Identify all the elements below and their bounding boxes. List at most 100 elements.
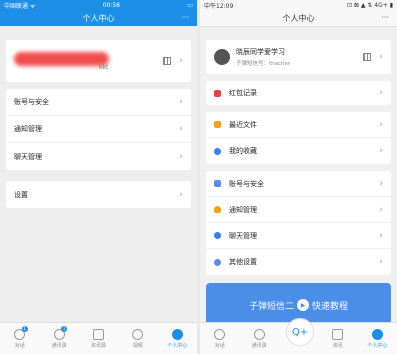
redacted-mark xyxy=(14,52,109,66)
chevron-right-icon: › xyxy=(179,124,183,134)
header: 中国联通 ᯤ 00:58 ▭ 个人中心 ··· xyxy=(0,0,197,26)
news-icon xyxy=(332,328,344,340)
tab-chat[interactable]: 对话 xyxy=(200,323,239,354)
qr-code-icon[interactable] xyxy=(363,53,372,61)
profile-icon xyxy=(371,328,383,340)
menu-item-label: 账号与安全 xyxy=(14,98,49,106)
nav-bar: 个人中心 ··· xyxy=(200,10,397,27)
tab-label: 通讯录 xyxy=(251,342,267,349)
bell-icon xyxy=(214,206,221,213)
menu-item-other-settings[interactable]: 其他设置 › xyxy=(206,249,391,275)
gear-icon xyxy=(214,258,221,266)
tab-profile[interactable]: 个人中心 xyxy=(358,323,397,354)
menu-item-label: 红包记录 xyxy=(229,89,257,97)
menu-item-settings[interactable]: 设置 › xyxy=(6,181,191,208)
settings-group-2: 设置 › xyxy=(6,181,191,208)
chevron-right-icon: › xyxy=(379,257,383,267)
favorites-icon xyxy=(214,147,221,155)
tab-label: 个人中心 xyxy=(167,342,188,349)
tab-news[interactable]: 资讯源 xyxy=(79,323,118,354)
chevron-right-icon: › xyxy=(179,97,183,107)
profile-icon xyxy=(171,328,183,340)
carrier-text: 中国联通 ᯤ xyxy=(4,2,36,10)
menu-item-label: 通知管理 xyxy=(229,205,257,214)
menu-item-label: 最近文件 xyxy=(229,120,257,129)
compose-button[interactable]: Q+ xyxy=(286,318,314,346)
profile-id-hint: kkt xyxy=(99,64,109,71)
banner-text-left: 子弹短信二 xyxy=(248,301,294,312)
profile-info: 晓辰同学爱学习 子弹短信号：thacher xyxy=(236,47,363,67)
menu-item-account-security[interactable]: 账号与安全 › xyxy=(6,89,191,116)
tab-profile[interactable]: 个人中心 xyxy=(158,323,197,354)
tab-bar: 1 对话 1 通讯录 资讯源 视频 个人中心 xyxy=(0,322,197,354)
tab-label: 资讯源 xyxy=(91,342,107,349)
menu-item-red-packet[interactable]: 红包记录 › xyxy=(206,81,391,105)
video-icon xyxy=(132,328,144,340)
menu-item-label: 通知管理 xyxy=(14,125,42,133)
chevron-right-icon: › xyxy=(379,119,383,130)
chevron-right-icon: › xyxy=(379,204,383,215)
page-title: 个人中心 xyxy=(282,13,315,23)
contacts-icon xyxy=(253,328,265,340)
tab-contacts[interactable]: 1 通讯录 xyxy=(39,323,78,354)
time-text: 00:58 xyxy=(102,1,120,9)
tab-news[interactable]: 资讯 xyxy=(318,323,357,354)
play-icon: ▶ xyxy=(297,299,309,311)
menu-item-label: 聊天管理 xyxy=(229,231,257,240)
chevron-right-icon: › xyxy=(379,230,383,241)
chevron-right-icon: › xyxy=(379,52,383,62)
tab-label: 个人中心 xyxy=(367,342,388,349)
banner-text-right: 快速教程 xyxy=(312,301,349,312)
status-bar: 中国联通 ᯤ 00:58 ▭ xyxy=(0,0,197,10)
profile-card[interactable]: 晓辰同学爱学习 子弹短信号：thacher › xyxy=(206,40,391,74)
qr-code-icon[interactable] xyxy=(163,57,172,65)
tab-video[interactable]: 视频 xyxy=(118,323,157,354)
chevron-right-icon: › xyxy=(379,146,383,156)
menu-item-chat[interactable]: 聊天管理 › xyxy=(6,143,191,170)
profile-id: 子弹短信号：thacher xyxy=(236,61,291,67)
menu-item-account-security[interactable]: 账号与安全 › xyxy=(206,171,391,197)
profile-name: 晓辰同学爱学习 xyxy=(236,48,285,56)
menu-item-favorites[interactable]: 我的收藏 › xyxy=(206,138,391,164)
chat-icon xyxy=(214,232,221,239)
menu-item-recent-files[interactable]: 最近文件 › xyxy=(206,112,391,138)
profile-card[interactable]: kkt › xyxy=(6,40,191,82)
folder-icon xyxy=(214,121,221,128)
nav-bar: 个人中心 ··· xyxy=(0,10,197,26)
chevron-right-icon: › xyxy=(179,151,183,162)
battery-icon: ▭ xyxy=(187,1,193,9)
red-packet-group: 红包记录 › xyxy=(206,81,391,105)
tab-contacts[interactable]: 通讯录 xyxy=(239,323,278,354)
avatar xyxy=(214,49,230,65)
tab-label: 通讯录 xyxy=(51,342,67,349)
menu-item-chat[interactable]: 聊天管理 › xyxy=(206,223,391,249)
chevron-right-icon: › xyxy=(179,56,183,66)
profile-info: kkt xyxy=(14,46,163,76)
chevron-right-icon: › xyxy=(379,178,383,189)
time-text: 中午12:09 xyxy=(204,2,234,10)
more-button[interactable]: ··· xyxy=(381,13,389,22)
settings-group-1: 账号与安全 › 通知管理 › 聊天管理 › xyxy=(6,89,191,170)
chevron-right-icon: › xyxy=(379,88,383,98)
chevron-right-icon: › xyxy=(179,189,183,200)
menu-item-notification[interactable]: 通知管理 › xyxy=(6,116,191,143)
tab-label: 对话 xyxy=(14,342,25,349)
tab-chat[interactable]: 1 对话 xyxy=(0,323,39,354)
badge: 1 xyxy=(21,326,28,332)
tab-label: 视频 xyxy=(132,342,143,349)
lock-icon xyxy=(214,180,221,187)
menu-item-label: 账号与安全 xyxy=(229,179,264,188)
red-packet-icon xyxy=(214,89,221,97)
badge: 1 xyxy=(61,326,68,332)
menu-item-label: 我的收藏 xyxy=(229,147,257,155)
more-button[interactable]: ··· xyxy=(181,13,189,22)
settings-group: 账号与安全 › 通知管理 › 聊天管理 › 其他设置 › xyxy=(206,171,391,275)
files-group: 最近文件 › 我的收藏 › xyxy=(206,112,391,164)
news-icon xyxy=(93,328,105,340)
chat-icon xyxy=(214,328,226,340)
menu-item-notification[interactable]: 通知管理 › xyxy=(206,197,391,223)
left-screen: 中国联通 ᯤ 00:58 ▭ 个人中心 ··· kkt › 账号与安全 › 通知… xyxy=(0,0,197,354)
menu-item-label: 其他设置 xyxy=(229,258,257,266)
tab-label: 对话 xyxy=(214,342,225,349)
right-screen: 中午12:09 ⊡ ⊠ ▲ ⇅ 4G+ ▮ 个人中心 ··· 晓辰同学爱学习 子… xyxy=(200,0,397,354)
